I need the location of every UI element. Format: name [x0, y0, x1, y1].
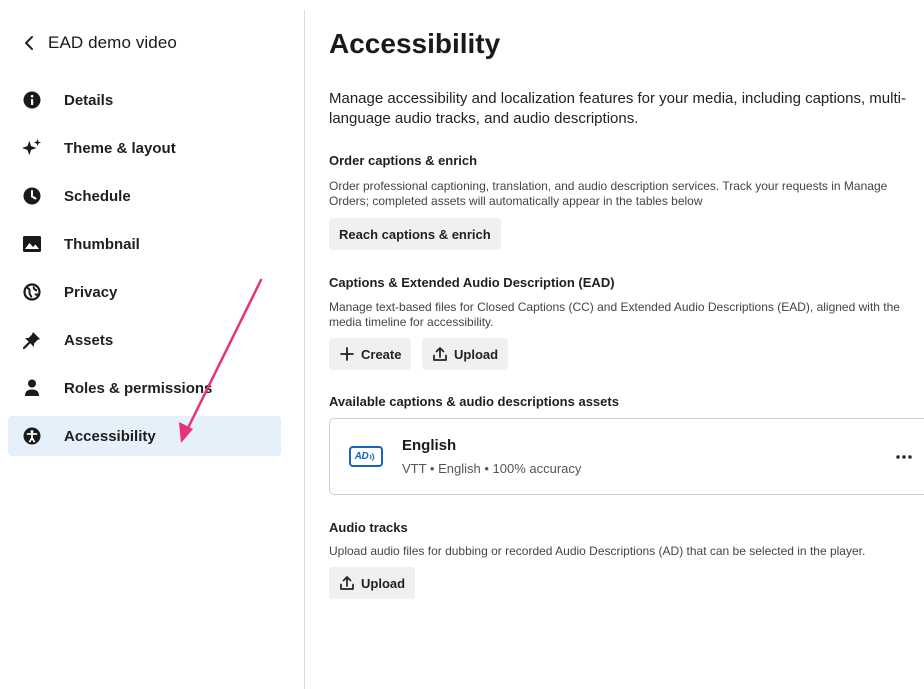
- sidebar-item-label: Accessibility: [64, 427, 156, 445]
- sidebar-item-label: Details: [64, 91, 114, 109]
- sidebar-item-label: Theme & layout: [64, 139, 176, 157]
- sidebar-divider: [304, 10, 305, 689]
- sidebar-item-label: Privacy: [64, 283, 118, 301]
- reach-captions-enrich-button[interactable]: Reach captions & enrich: [329, 218, 501, 250]
- sidebar-item-privacy[interactable]: Privacy: [8, 272, 281, 312]
- sidebar-item-details[interactable]: Details: [8, 80, 281, 120]
- sidebar-item-accessibility[interactable]: Accessibility: [8, 416, 281, 456]
- create-button[interactable]: Create: [329, 338, 412, 370]
- more-icon: [896, 455, 912, 459]
- asset-meta: VTT • English • 100% accuracy: [402, 461, 582, 476]
- asset-row[interactable]: AD English VTT • English • 100% accuracy: [329, 418, 924, 495]
- audio-description-icon: AD: [349, 446, 383, 467]
- order-section-title: Order captions & enrich: [329, 153, 478, 168]
- sidebar-item-label: Schedule: [64, 187, 131, 205]
- order-section-description: Order professional captioning, translati…: [329, 179, 888, 208]
- sidebar-item-assets[interactable]: Assets: [8, 320, 281, 360]
- image-icon: [22, 234, 42, 254]
- asset-name: English: [402, 437, 457, 454]
- button-label: Create: [361, 346, 402, 362]
- pin-icon: [22, 330, 42, 350]
- sidebar-item-label: Assets: [64, 331, 114, 349]
- sparkle-icon: [22, 138, 42, 158]
- sidebar-item-label: Thumbnail: [64, 235, 140, 253]
- upload-icon: [339, 575, 355, 591]
- button-label: Reach captions & enrich: [339, 226, 491, 242]
- upload-captions-button[interactable]: Upload: [422, 338, 509, 370]
- sidebar: EAD demo video Details Theme & layout Sc…: [0, 0, 290, 689]
- captions-section-description: Manage text-based files for Closed Capti…: [329, 300, 900, 329]
- audio-tracks-title: Audio tracks: [329, 520, 408, 535]
- plus-icon: [339, 346, 355, 362]
- upload-icon: [432, 346, 448, 362]
- available-assets-title: Available captions & audio descriptions …: [329, 394, 619, 409]
- person-icon: [22, 378, 42, 398]
- back-button[interactable]: EAD demo video: [22, 32, 177, 54]
- button-label: Upload: [454, 346, 499, 362]
- media-title: EAD demo video: [48, 33, 177, 52]
- sidebar-item-theme-layout[interactable]: Theme & layout: [8, 128, 281, 168]
- page-title: Accessibility: [329, 28, 501, 59]
- sidebar-nav: Details Theme & layout Schedule Thumbnai…: [8, 80, 281, 464]
- more-options-button[interactable]: [892, 447, 916, 467]
- sidebar-item-label: Roles & permissions: [64, 379, 213, 397]
- page-intro: Manage accessibility and localization fe…: [329, 90, 906, 127]
- sidebar-item-thumbnail[interactable]: Thumbnail: [8, 224, 281, 264]
- sidebar-item-schedule[interactable]: Schedule: [8, 176, 281, 216]
- globe-icon: [22, 282, 42, 302]
- audio-tracks-description: Upload audio files for dubbing or record…: [329, 544, 866, 558]
- captions-section-title: Captions & Extended Audio Description (E…: [329, 275, 615, 290]
- sidebar-item-roles-permissions[interactable]: Roles & permissions: [8, 368, 281, 408]
- chevron-left-icon: [22, 32, 36, 54]
- clock-icon: [22, 186, 42, 206]
- button-label: Upload: [361, 575, 406, 591]
- info-icon: [22, 90, 42, 110]
- accessibility-icon: [22, 426, 42, 446]
- upload-audio-button[interactable]: Upload: [329, 567, 416, 599]
